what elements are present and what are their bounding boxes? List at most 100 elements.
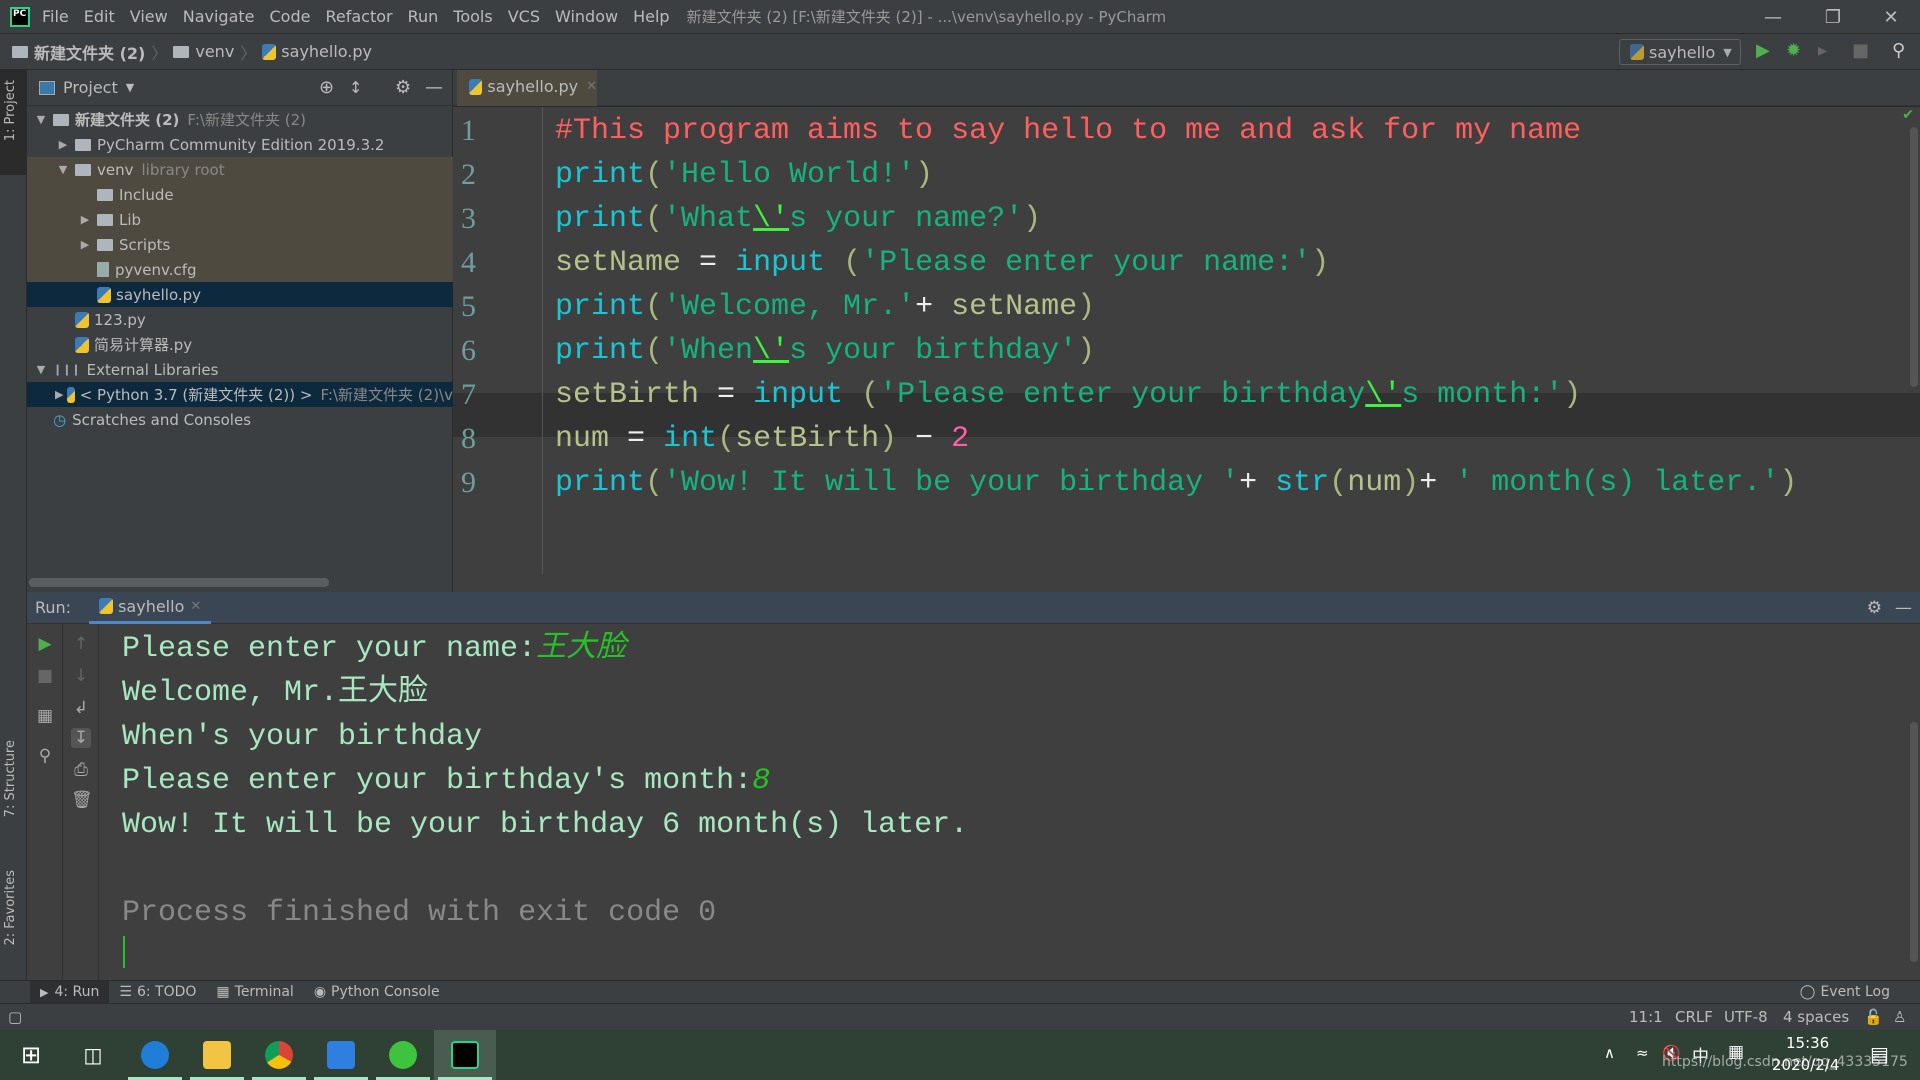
favorites-tool-tab[interactable]: 2: Favorites [3, 870, 18, 946]
collapse-all-icon[interactable]: ↕ [349, 78, 362, 97]
menu-navigate[interactable]: Navigate [183, 7, 255, 26]
network-icon[interactable]: ≈ [1636, 1044, 1649, 1062]
task-view-button[interactable]: ◫ [62, 1030, 124, 1080]
expanded-arrow-icon[interactable]: ▼ [33, 363, 49, 376]
collapsed-arrow-icon[interactable]: ▶ [77, 238, 93, 251]
collapsed-arrow-icon[interactable]: ▶ [55, 138, 71, 151]
collapsed-arrow-icon[interactable]: ▶ [77, 213, 93, 226]
code-line[interactable]: print('Hello World!') [555, 153, 933, 197]
inspector-icon[interactable]: ♙ [1893, 1008, 1906, 1026]
tool-tab-terminal[interactable]: ▦ Terminal [206, 981, 303, 1004]
gear-icon[interactable]: ⚙ [395, 77, 411, 98]
clock-date[interactable]: 2020/2/4 [1772, 1056, 1839, 1074]
breadcrumb-venv[interactable]: venv [195, 42, 234, 61]
minimize-button[interactable]: — [1743, 0, 1803, 34]
run-tab-sayhello[interactable]: sayhello ✕ [89, 592, 212, 624]
menu-vcs[interactable]: VCS [508, 7, 540, 26]
menu-tools[interactable]: Tools [453, 7, 492, 26]
tree-item[interactable]: ▶ < Python 3.7 (新建文件夹 (2)) > F:\新建文件夹 (2)\… [27, 382, 453, 407]
horizontal-scrollbar[interactable] [29, 578, 329, 587]
code-line[interactable]: setBirth = input ('Please enter your bir… [555, 373, 1581, 417]
toggle-panels-icon[interactable]: ▢ [8, 1008, 22, 1026]
stop-icon[interactable]: ■ [1852, 40, 1869, 61]
tree-item[interactable]: sayhello.py [27, 282, 453, 307]
clock-time[interactable]: 15:36 [1786, 1034, 1829, 1052]
code-line[interactable]: print('When\'s your birthday') [555, 329, 1095, 373]
console-scrollbar[interactable] [1910, 722, 1918, 962]
layout-icon[interactable]: ▦ [35, 706, 55, 726]
lock-icon[interactable]: 🔓 [1864, 1008, 1883, 1026]
tree-item[interactable]: ▼ venv library root [27, 157, 453, 182]
soft-wrap-icon[interactable]: ↲ [71, 698, 91, 718]
tree-item[interactable]: Include [27, 182, 453, 207]
run-icon[interactable]: ▶ [1756, 40, 1770, 61]
up-arrow-icon[interactable]: ↑ [71, 634, 91, 654]
gear-icon[interactable]: ⚙ [1867, 598, 1882, 618]
tree-item[interactable]: ▶ PyCharm Community Edition 2019.3.2 [27, 132, 453, 157]
start-button[interactable]: ⊞ [0, 1030, 62, 1080]
file-encoding[interactable]: UTF-8 [1724, 1008, 1768, 1026]
menu-help[interactable]: Help [633, 7, 669, 26]
project-tool-tab[interactable]: 1: Project [3, 80, 18, 141]
search-icon[interactable]: ⚲ [1892, 40, 1905, 61]
show-hidden-icons[interactable]: ∧ [1604, 1044, 1615, 1062]
tool-tab-run[interactable]: ▶ 4: Run [30, 980, 110, 1004]
project-view-select[interactable]: Project [63, 78, 118, 97]
scroll-to-end-icon[interactable]: ↧ [71, 728, 91, 748]
print-icon[interactable]: ⎙ [71, 760, 91, 780]
trash-icon[interactable]: 🗑 [71, 790, 93, 810]
menu-refactor[interactable]: Refactor [325, 7, 392, 26]
vertical-scrollbar[interactable] [1910, 127, 1918, 387]
caret-position[interactable]: 11:1 [1629, 1008, 1663, 1026]
code-line[interactable]: print('What\'s your name?') [555, 197, 1041, 241]
code-line[interactable]: print('Wow! It will be your birthday '+ … [555, 461, 1797, 505]
code-line[interactable]: print('Welcome, Mr.'+ setName) [555, 285, 1095, 329]
indent-setting[interactable]: 4 spaces [1783, 1008, 1849, 1026]
taskbar-explorer[interactable] [186, 1030, 248, 1080]
tree-item[interactable]: 简易计算器.py [27, 332, 453, 357]
taskbar-wechat[interactable] [372, 1030, 434, 1080]
hide-icon[interactable]: — [425, 77, 443, 98]
code-line[interactable]: #This program aims to say hello to me an… [555, 109, 1581, 153]
menu-edit[interactable]: Edit [84, 7, 115, 26]
coverage-icon[interactable]: ▸ [1818, 40, 1827, 61]
debug-icon[interactable]: ✹ [1786, 40, 1801, 61]
stop-icon[interactable]: ■ [35, 666, 55, 686]
tool-tab-python-console[interactable]: ◉ Python Console [304, 981, 450, 1004]
restore-button[interactable]: ❐ [1803, 0, 1863, 34]
close-tab-icon[interactable]: ✕ [586, 79, 597, 94]
breadcrumb-file[interactable]: sayhello.py [281, 42, 372, 61]
code-line[interactable]: num = int(setBirth) − 2 [555, 417, 969, 461]
locate-icon[interactable]: ⊕ [319, 77, 334, 98]
tree-item[interactable]: ▼ ❙❙❙ External Libraries [27, 357, 453, 382]
editor-tab-sayhello[interactable]: sayhello.py ✕ [457, 70, 597, 106]
hide-icon[interactable]: — [1895, 598, 1912, 618]
collapsed-arrow-icon[interactable]: ▶ [55, 388, 63, 401]
breadcrumb-project[interactable]: 新建文件夹 (2) [34, 40, 145, 64]
code-line[interactable]: setName = input ('Please enter your name… [555, 241, 1329, 285]
menu-window[interactable]: Window [555, 7, 618, 26]
menu-code[interactable]: Code [270, 7, 311, 26]
taskbar-chrome[interactable] [248, 1030, 310, 1080]
tool-tab-todo[interactable]: ☰ 6: TODO [109, 981, 206, 1004]
menu-run[interactable]: Run [408, 7, 439, 26]
event-log-button[interactable]: ◯ Event Log [1790, 981, 1900, 1004]
taskbar-word[interactable] [310, 1030, 372, 1080]
expanded-arrow-icon[interactable]: ▼ [33, 113, 49, 126]
code-area[interactable]: 1 2 3 4 5 6 7 8 9 #This program aims to say hell… [453, 107, 1920, 574]
line-separator[interactable]: CRLF [1675, 1008, 1713, 1026]
tree-item[interactable]: ◷ Scratches and Consoles [27, 407, 453, 432]
menu-view[interactable]: View [130, 7, 168, 26]
close-button[interactable]: ✕ [1861, 0, 1920, 34]
menu-file[interactable]: File [42, 7, 69, 26]
structure-tool-tab[interactable]: 7: Structure [3, 740, 18, 817]
rerun-icon[interactable]: ▶ [35, 634, 55, 654]
tree-item[interactable]: 123.py [27, 307, 453, 332]
chevron-down-icon[interactable]: ▼ [126, 81, 134, 94]
pin-icon[interactable]: ⚲ [35, 746, 55, 766]
tree-item[interactable]: ▶ Lib [27, 207, 453, 232]
run-configuration-select[interactable]: sayhello ▼ [1619, 39, 1741, 65]
taskbar-pycharm[interactable] [434, 1030, 496, 1080]
tree-item[interactable]: ▶ Scripts [27, 232, 453, 257]
tree-item[interactable]: pyvenv.cfg [27, 257, 453, 282]
